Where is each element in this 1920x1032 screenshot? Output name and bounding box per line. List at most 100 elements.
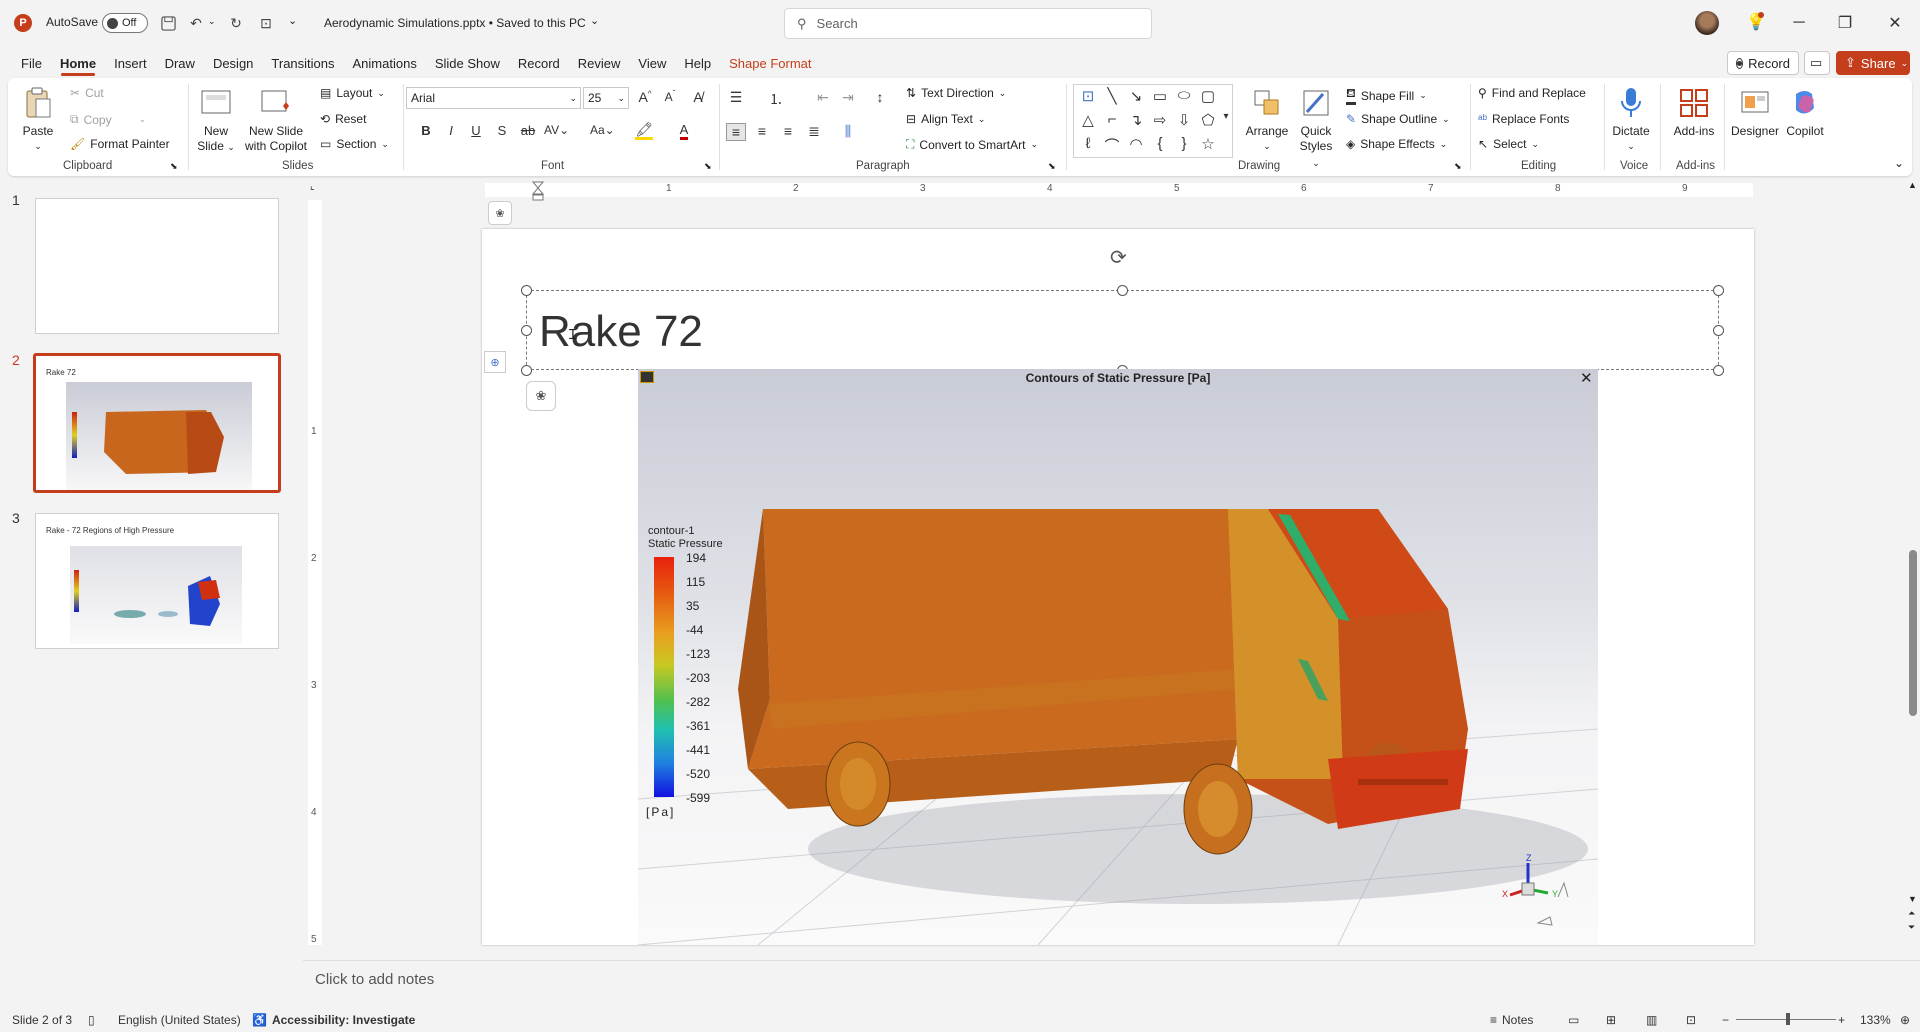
underline-icon[interactable]: U [466,123,486,138]
left-brace-shape-icon[interactable]: { [1150,135,1170,152]
highlight-icon[interactable]: 🖍 [634,121,654,140]
redo-icon[interactable]: ↻ [226,13,246,33]
tab-record[interactable]: Record [509,50,569,76]
accessibility-checker[interactable]: ♿ Accessibility: Investigate [252,1013,415,1027]
shape-fill-button[interactable]: ⛾ Shape Fill ⌄ [1346,86,1427,105]
copilot-suggest-icon[interactable]: ❀ [488,201,512,225]
undo-dropdown-icon[interactable]: ⌄ [208,16,216,27]
star-shape-icon[interactable]: ☆ [1198,135,1218,153]
font-color-icon[interactable]: A [674,121,694,140]
vertical-scrollbar[interactable]: ▲ ▼ ⏶ ⏷ [1906,180,1920,940]
arrange-button[interactable]: Arrange ⌄ [1244,86,1290,154]
tab-animations[interactable]: Animations [344,50,426,76]
present-icon[interactable]: ⊡ [256,13,276,33]
decrease-indent-icon[interactable]: ⇤ [813,89,833,106]
tab-design[interactable]: Design [204,50,262,76]
slide-info[interactable]: Slide 2 of 3 [12,1013,72,1027]
shape-effects-button[interactable]: ◈ Shape Effects ⌄ [1346,137,1447,151]
decrease-font-icon[interactable]: Aˇ [660,89,680,104]
strikethrough-icon[interactable]: ab [518,123,538,138]
tab-insert[interactable]: Insert [105,50,156,76]
paste-button[interactable]: Paste ⌄ [18,86,58,154]
customize-toolbar-icon[interactable]: ⌄ [288,14,297,27]
convert-smartart-button[interactable]: ⛶ Convert to SmartArt ⌄ [906,137,1038,152]
zoom-out-icon[interactable]: − [1722,1013,1729,1027]
tab-view[interactable]: View [629,50,675,76]
line-spacing-icon[interactable]: ↕ [870,89,890,105]
line-shape-icon[interactable]: ╲ [1102,87,1122,105]
font-launcher-icon[interactable]: ⬊ [704,161,712,172]
text-direction-button[interactable]: ⇅ Text Direction ⌄ [906,86,1006,100]
numbering-icon[interactable]: ⒈ [766,89,786,109]
scrollbar-thumb[interactable] [1909,550,1917,716]
resize-handle[interactable] [1713,285,1724,296]
scroll-down-icon[interactable]: ▼ [1908,894,1917,904]
normal-view-icon[interactable]: ▭ [1568,1013,1579,1027]
spell-check-icon[interactable]: ▯ [88,1013,95,1027]
comments-button[interactable]: ▭ [1804,51,1830,75]
scroll-up-icon[interactable]: ▲ [1908,180,1917,190]
right-brace-shape-icon[interactable]: } [1174,135,1194,152]
resize-handle[interactable] [1713,325,1724,336]
addins-button[interactable]: Add-ins [1672,86,1716,139]
indent-marker-icon[interactable] [532,181,544,201]
tab-review[interactable]: Review [569,50,630,76]
tab-file[interactable]: File [12,50,51,76]
right-arrow-shape-icon[interactable]: ⇨ [1150,111,1170,129]
change-case-icon[interactable]: Aa⌄ [590,123,615,137]
designer-suggest-icon[interactable]: ❀ [526,381,556,411]
share-button[interactable]: ⇪ Share ⌄ [1836,51,1910,75]
align-left-icon[interactable]: ≡ [726,123,746,141]
shape-outline-button[interactable]: ✎ Shape Outline ⌄ [1346,112,1450,126]
notes-toggle[interactable]: ≡ Notes [1490,1013,1533,1027]
increase-indent-icon[interactable]: ⇥ [838,89,858,106]
zoom-slider-thumb[interactable] [1786,1013,1790,1025]
reading-view-icon[interactable]: ▥ [1646,1013,1657,1027]
slide-thumbnail-2[interactable]: Rake 72 [33,353,281,493]
rectangle-shape-icon[interactable]: ▭ [1150,87,1170,105]
close-button[interactable]: ✕ [1872,0,1918,46]
title-textbox[interactable]: Rake 72 [526,290,1719,370]
shadow-icon[interactable]: S [492,123,512,138]
slide-canvas[interactable]: ❀ Rake 72 ⟳ ⊕ ❀ Contours of Static Press… [482,201,1754,945]
slide-thumbnail-3[interactable]: Rake - 72 Regions of High Pressure [35,513,279,649]
find-replace-button[interactable]: ⚲ Find and Replace [1478,86,1586,100]
tab-help[interactable]: Help [675,50,720,76]
tab-slide-show[interactable]: Slide Show [426,50,509,76]
rounded-rect-shape-icon[interactable]: ▢ [1198,87,1218,105]
slide-title[interactable]: Rake 72 [539,307,703,357]
dictate-button[interactable]: Dictate ⌄ [1608,86,1654,154]
bold-icon[interactable]: B [416,123,436,138]
resize-handle[interactable] [1117,285,1128,296]
zoom-in-icon[interactable]: + [1838,1013,1845,1027]
down-arrow-shape-icon[interactable]: ⇩ [1174,111,1194,129]
layout-options-icon[interactable]: ⊕ [484,351,506,373]
slide-thumbnail-1[interactable] [35,198,279,334]
notes-pane[interactable]: Click to add notes [303,960,1920,998]
arc-shape-icon[interactable]: ◠ [1126,135,1146,153]
new-slide-copilot-button[interactable]: New Slide with Copilot [240,86,312,154]
bullets-icon[interactable]: ☰ [726,89,746,106]
clear-formatting-icon[interactable]: A̸ [688,89,708,105]
resize-handle[interactable] [521,365,532,376]
designer-button[interactable]: Designer [1730,86,1780,139]
new-slide-button[interactable]: New Slide ⌄ [194,86,238,155]
save-icon[interactable] [158,13,178,33]
layout-button[interactable]: ▤ Layout ⌄ [320,86,385,100]
freeform-shape-icon[interactable]: ℓ [1078,135,1098,152]
simulation-image[interactable]: Contours of Static Pressure [Pa] ✕ conto… [638,369,1598,945]
elbow-connector-icon[interactable]: ⌐ [1102,111,1122,128]
columns-icon[interactable]: ⫼ [838,123,858,140]
minimize-button[interactable]: ─ [1776,0,1822,46]
align-text-button[interactable]: ⊟ Align Text ⌄ [906,112,985,126]
justify-icon[interactable]: ≣ [804,123,824,140]
slide-sorter-icon[interactable]: ⊞ [1606,1013,1616,1027]
zoom-level[interactable]: 133% [1860,1013,1891,1027]
oval-shape-icon[interactable]: ⬭ [1174,87,1194,104]
next-slide-icon[interactable]: ⏷ [1908,922,1915,933]
curve-shape-icon[interactable]: ⌒ [1102,135,1122,156]
prev-slide-icon[interactable]: ⏶ [1908,908,1915,919]
tab-transitions[interactable]: Transitions [262,50,343,76]
align-center-icon[interactable]: ≡ [752,123,772,139]
format-painter-button[interactable]: 🖌 Format Painter [70,137,170,151]
